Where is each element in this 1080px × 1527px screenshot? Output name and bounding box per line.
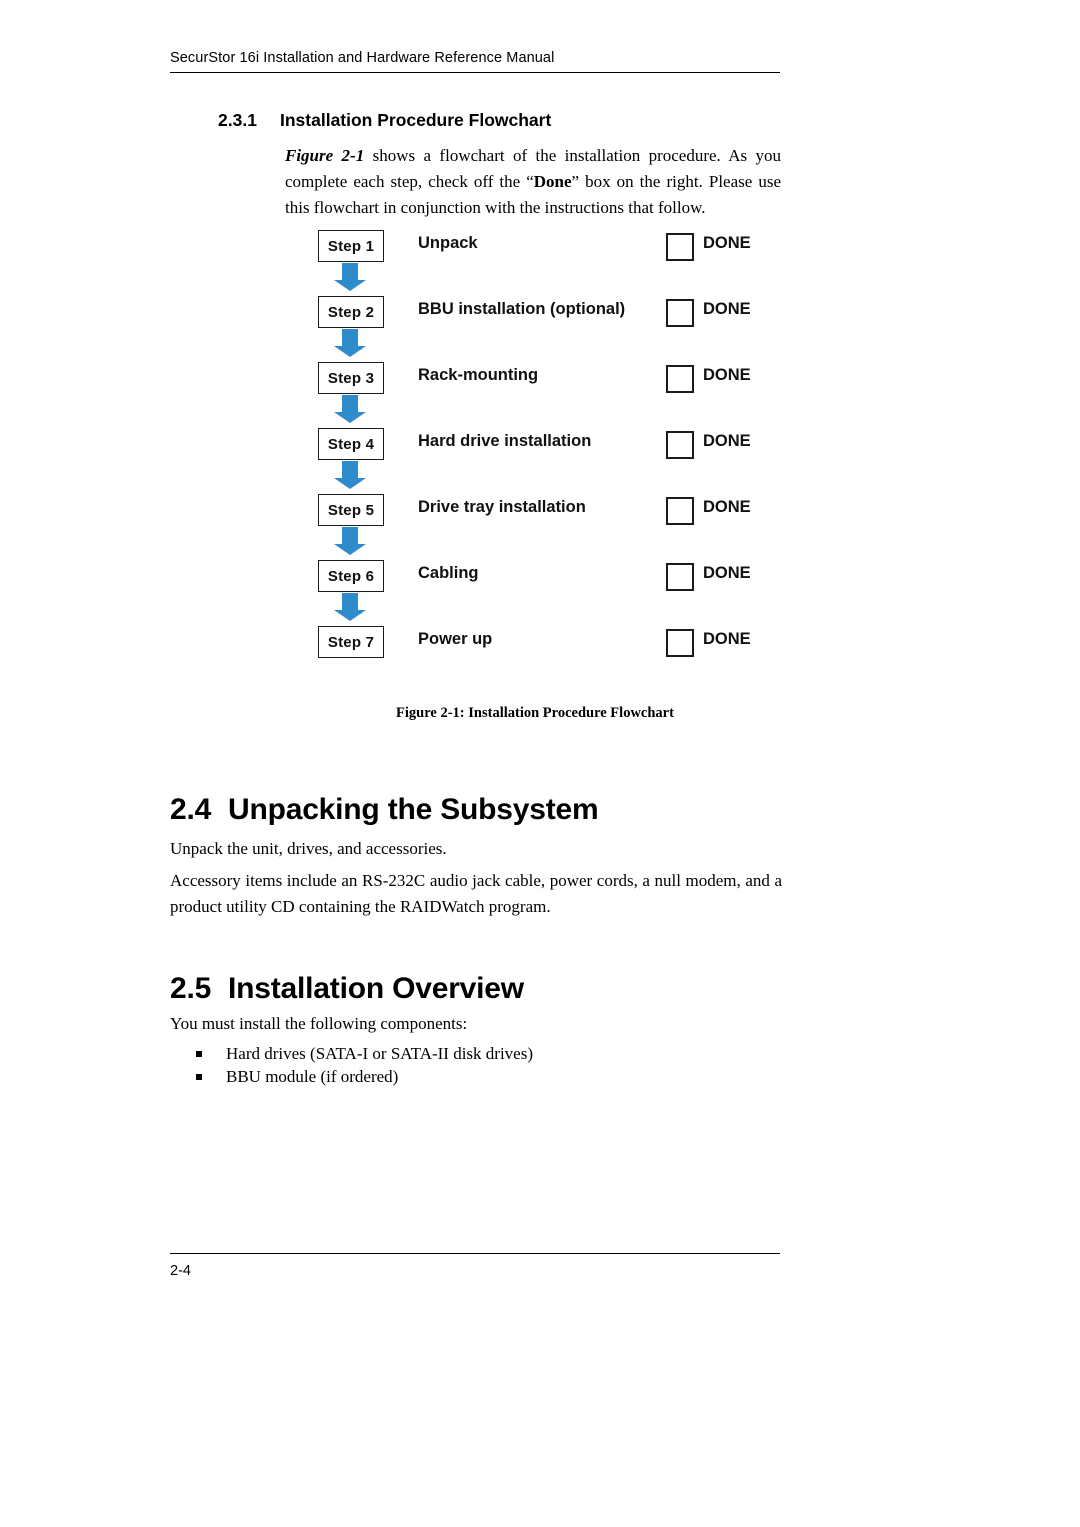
section-231-number: 2.3.1 <box>218 110 257 130</box>
flowchart-row: Step 3 Rack-mounting DONE <box>318 354 788 423</box>
flowchart-row: Step 2 BBU installation (optional) DONE <box>318 288 788 357</box>
section-25-number: 2.5 <box>170 972 212 1005</box>
page-number: 2-4 <box>170 1263 191 1279</box>
flow-step-label: Power up <box>418 630 493 648</box>
step-box: Step 4 <box>318 428 384 460</box>
section-24-number: 2.4 <box>170 793 212 826</box>
done-label: DONE <box>703 432 751 450</box>
installation-flowchart: Step 1 Unpack DONE Step 2 BBU installati… <box>318 222 788 684</box>
running-title: SecurStor 16i Installation and Hardware … <box>170 50 555 66</box>
flow-step-label: BBU installation (optional) <box>418 300 626 318</box>
list-item-label: Hard drives (SATA-I or SATA-II disk driv… <box>226 1044 533 1063</box>
down-arrow-icon <box>334 263 366 291</box>
list-item: BBU module (if ordered) <box>196 1065 786 1088</box>
section-24-paragraph-1: Unpack the unit, drives, and accessories… <box>170 839 447 858</box>
done-label: DONE <box>703 564 751 582</box>
section-231-paragraph: Figure 2-1 shows a flowchart of the inst… <box>285 143 781 220</box>
footer-divider <box>170 1253 780 1254</box>
figure-caption: Figure 2-1: Installation Procedure Flowc… <box>396 705 674 721</box>
done-label: DONE <box>703 498 751 516</box>
flow-step-label: Unpack <box>418 234 478 252</box>
step-box: Step 6 <box>318 560 384 592</box>
flowchart-row: Step 6 Cabling DONE <box>318 552 788 621</box>
done-checkbox[interactable] <box>666 233 694 261</box>
paragraph-bold-done: Done <box>533 171 572 191</box>
step-box: Step 3 <box>318 362 384 394</box>
section-25-paragraph-1: You must install the following component… <box>170 1014 468 1033</box>
done-checkbox[interactable] <box>666 431 694 459</box>
list-item-label: BBU module (if ordered) <box>226 1067 399 1087</box>
flowchart-row: Step 4 Hard drive installation DONE <box>318 420 788 489</box>
done-label: DONE <box>703 234 751 252</box>
step-box: Step 1 <box>318 230 384 262</box>
flow-step-label: Hard drive installation <box>418 432 592 450</box>
done-label: DONE <box>703 630 751 648</box>
step-box: Step 2 <box>318 296 384 328</box>
square-bullet-icon <box>196 1074 202 1081</box>
step-box: Step 5 <box>318 494 384 526</box>
down-arrow-icon <box>334 461 366 489</box>
flowchart-row: Step 1 Unpack DONE <box>318 222 788 291</box>
flowchart-row: Step 7 Power up DONE <box>318 618 788 684</box>
done-checkbox[interactable] <box>666 563 694 591</box>
flow-step-label: Rack-mounting <box>418 366 539 384</box>
down-arrow-icon <box>334 329 366 357</box>
section-231-title: Installation Procedure Flowchart <box>280 110 552 130</box>
down-arrow-icon <box>334 527 366 555</box>
section-24-heading: 2.4 Unpacking the Subsystem <box>170 793 599 827</box>
section-25-heading: 2.5 Installation Overview <box>170 972 524 1006</box>
section-25-title: Installation Overview <box>228 972 524 1005</box>
done-checkbox[interactable] <box>666 299 694 327</box>
components-list: Hard drives (SATA-I or SATA-II disk driv… <box>196 1042 786 1089</box>
document-page: SecurStor 16i Installation and Hardware … <box>0 0 1080 1527</box>
done-label: DONE <box>703 300 751 318</box>
done-checkbox[interactable] <box>666 629 694 657</box>
done-label: DONE <box>703 366 751 384</box>
section-24-paragraph-2: Accessory items include an RS-232C audio… <box>170 871 782 916</box>
section-24-title: Unpacking the Subsystem <box>228 793 599 826</box>
page-header: SecurStor 16i Installation and Hardware … <box>170 50 780 73</box>
section-231-heading: 2.3.1 Installation Procedure Flowchart <box>218 110 551 131</box>
done-checkbox[interactable] <box>666 365 694 393</box>
header-divider <box>170 72 780 73</box>
flowchart-row: Step 5 Drive tray installation DONE <box>318 486 788 555</box>
step-box: Step 7 <box>318 626 384 658</box>
down-arrow-icon <box>334 593 366 621</box>
list-item: Hard drives (SATA-I or SATA-II disk driv… <box>196 1042 786 1065</box>
done-checkbox[interactable] <box>666 497 694 525</box>
square-bullet-icon <box>196 1051 202 1057</box>
flow-step-label: Drive tray installation <box>418 498 586 516</box>
down-arrow-icon <box>334 395 366 423</box>
flow-step-label: Cabling <box>418 564 479 582</box>
figure-reference: Figure 2-1 <box>285 146 365 165</box>
